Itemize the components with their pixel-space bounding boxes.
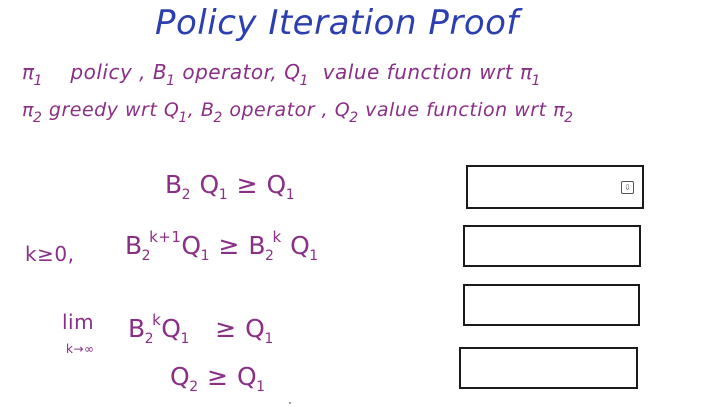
q1-symbol: Q [284,60,301,84]
eq2-b-sup: k+1 [149,228,182,246]
pi2-subscript: 2 [32,110,43,126]
definition-line-pi1: π1 policy , B1 operator, Q1 value functi… [22,62,541,88]
eq3-relation: ≥ [215,314,237,343]
eq2-b-rhs-sub: 2 [265,248,275,264]
equation-4: Q2 ≥ Q1 [170,364,266,394]
pi1-subscript: 1 [33,73,43,89]
eq2-relation: ≥ [218,231,240,260]
answer-box-2[interactable] [463,225,641,267]
eq4-q: Q [170,362,191,391]
answer-box-4[interactable] [459,347,638,389]
eq1-q: Q [199,170,220,199]
eq3-b: B [128,314,146,343]
eq2-q-rhs: Q [290,231,311,260]
greedy-q1-subscript: 1 [178,110,188,126]
q2-subscript: 2 [349,110,359,126]
equation-1: B2 Q1 ≥ Q1 [165,172,295,202]
download-icon[interactable]: ⇩ [621,181,634,194]
eq1-q-rhs-sub: 1 [285,187,296,203]
eq4-relation: ≥ [207,362,229,391]
operator-label-2: operator , [229,99,329,121]
definition-line-pi2: π2 greedy wrt Q1, B2 operator , Q2 value… [22,99,574,126]
operator-label: operator, [182,60,278,84]
pi1-wrt-subscript: 1 [531,73,541,89]
equation-2: B2k+1Q1 ≥ B2k Q1 [125,228,319,264]
eq2-b-rhs: B [248,231,267,260]
b1-symbol: B [152,60,168,84]
eq2-q-rhs-sub: 1 [309,248,319,264]
eq1-b: B [165,170,183,199]
policy-label: policy , [70,60,146,84]
eq2-q: Q [181,231,202,260]
eq1-b-sub: 2 [181,187,192,203]
eq3-q-rhs-sub: 1 [264,331,274,347]
eq4-q-rhs-sub: 1 [256,379,266,395]
eq1-relation: ≥ [236,170,259,199]
eq2-b-sub: 2 [141,248,152,264]
page-title: Policy Iteration Proof [155,3,519,43]
b1-subscript: 1 [166,73,176,89]
eq4-q-rhs: Q [236,362,258,391]
limit-subscript: k→∞ [66,342,95,356]
k-condition: k≥0, [25,242,75,266]
eq1-q-sub: 1 [218,187,229,203]
b2-subscript: 2 [213,110,223,126]
eq3-b-sup: k [152,311,162,329]
comma: , [187,99,195,121]
value-function-wrt-label-2: value function wrt [365,99,547,121]
limit-label: lim [62,310,95,334]
eq3-b-sub: 2 [144,331,155,347]
equation-3: B2kQ1 ≥ Q1 [128,311,274,347]
pi2-wrt-subscript: 2 [564,110,574,126]
eq1-q-rhs: Q [266,170,287,199]
stray-dot [289,402,291,404]
answer-box-1[interactable]: ⇩ [466,165,644,209]
pi1-symbol: π [22,60,35,84]
eq3-q: Q [161,314,182,343]
eq2-b: B [125,231,143,260]
eq3-q-rhs: Q [245,314,266,343]
greedy-wrt-label: greedy wrt [48,99,158,121]
eq4-q-sub: 2 [189,379,199,395]
eq3-q-sub: 1 [180,331,190,347]
q2-symbol: Q [334,99,351,121]
q1-subscript: 1 [299,73,309,89]
answer-box-3[interactable] [463,284,640,326]
pi1-wrt-symbol: π [520,60,533,84]
value-function-wrt-label: value function wrt [322,60,514,84]
eq2-q-sub: 1 [200,248,210,264]
eq2-b-rhs-sup: k [272,228,282,246]
